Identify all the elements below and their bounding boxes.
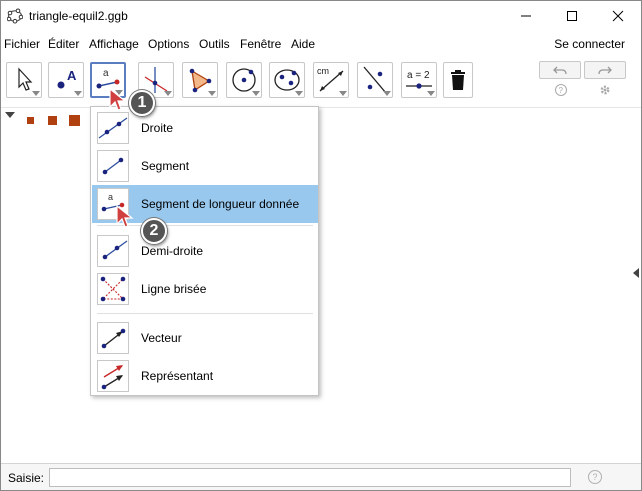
- step-badge-2: 2: [141, 218, 167, 244]
- svg-text:a: a: [108, 192, 113, 202]
- toolbar: A a cm a = 2 ?: [1, 59, 641, 105]
- minimize-icon: [521, 15, 531, 17]
- title-bar: triangle-equil2.ggb: [1, 1, 641, 31]
- measure-tool[interactable]: cm: [313, 62, 349, 98]
- dropdown-item-droite[interactable]: Droite: [92, 109, 318, 147]
- line-tools-dropdown: Droite Segment a Segment de longueur don…: [90, 106, 319, 396]
- trash-icon: [451, 70, 465, 90]
- undo-icon: [553, 66, 567, 75]
- menu-fichier[interactable]: Fichier: [4, 37, 40, 51]
- menu-options[interactable]: Options: [148, 37, 189, 51]
- polyline-icon: [97, 273, 129, 305]
- menu-editer[interactable]: Éditer: [48, 37, 79, 51]
- menu-aide[interactable]: Aide: [291, 37, 315, 51]
- undo-button[interactable]: [539, 61, 581, 79]
- conic-tool[interactable]: [269, 62, 305, 98]
- menu-outils[interactable]: Outils: [199, 37, 230, 51]
- redo-icon: [598, 66, 612, 75]
- delete-tool[interactable]: [443, 62, 473, 98]
- dropdown-item-segment[interactable]: Segment: [92, 147, 318, 185]
- menu-bar: Fichier Éditer Affichage Options Outils …: [1, 34, 641, 56]
- point-style-large[interactable]: [69, 115, 80, 126]
- close-button[interactable]: [595, 1, 641, 31]
- submenu-indicator-icon: [74, 91, 82, 96]
- dropdown-item-label: Demi-droite: [141, 244, 204, 258]
- svg-text:a: a: [103, 68, 109, 79]
- submenu-indicator-icon: [32, 91, 40, 96]
- line-through-two-points-icon: [97, 112, 129, 144]
- menu-affichage[interactable]: Affichage: [89, 37, 139, 51]
- mouse-cursor-icon: [109, 87, 127, 111]
- svg-text:cm: cm: [317, 66, 329, 76]
- maximize-button[interactable]: [549, 1, 595, 31]
- redo-button[interactable]: [584, 61, 626, 79]
- ray-icon: [97, 235, 129, 267]
- segment-icon: [97, 150, 129, 182]
- svg-text:a = 2: a = 2: [407, 70, 430, 81]
- input-bar: Saisie: ?: [1, 463, 641, 490]
- submenu-indicator-icon: [208, 91, 216, 96]
- polygon-tool[interactable]: [182, 62, 218, 98]
- gear-icon[interactable]: [598, 83, 612, 97]
- svg-text:?: ?: [559, 86, 564, 95]
- dropdown-item-label: Vecteur: [141, 331, 182, 345]
- submenu-indicator-icon: [252, 91, 260, 96]
- point-tool[interactable]: A: [48, 62, 84, 98]
- close-icon: [612, 10, 624, 22]
- dropdown-item-label: Segment de longueur donnée: [141, 197, 300, 211]
- dropdown-item-representant[interactable]: Représentant: [92, 357, 318, 395]
- submenu-indicator-icon: [295, 91, 303, 96]
- svg-text:A: A: [67, 68, 77, 83]
- sign-in-link[interactable]: Se connecter: [554, 37, 625, 51]
- dropdown-item-label: Représentant: [141, 369, 214, 383]
- move-tool[interactable]: [6, 62, 42, 98]
- submenu-indicator-icon: [339, 91, 347, 96]
- maximize-icon: [567, 11, 577, 21]
- help-icon[interactable]: ?: [554, 83, 568, 97]
- dropdown-item-demi-droite[interactable]: Demi-droite: [92, 232, 318, 270]
- minimize-button[interactable]: [503, 1, 549, 31]
- stylebar-toggle-icon[interactable]: [5, 112, 15, 118]
- slider-tool[interactable]: a = 2: [401, 62, 437, 98]
- step-badge-1: 1: [129, 90, 155, 116]
- dropdown-item-ligne-brisee[interactable]: Ligne brisée: [92, 270, 318, 308]
- point-style-small[interactable]: [27, 117, 34, 124]
- submenu-indicator-icon: [164, 91, 172, 96]
- window-title: triangle-equil2.ggb: [29, 9, 128, 23]
- input-label: Saisie:: [8, 471, 45, 485]
- circle-tool[interactable]: [226, 62, 262, 98]
- geogebra-logo-icon: [6, 8, 24, 24]
- input-help-icon[interactable]: ?: [588, 470, 602, 484]
- menu-fenetre[interactable]: Fenêtre: [240, 37, 281, 51]
- divider: [97, 313, 313, 314]
- vector-from-point-icon: [97, 360, 129, 392]
- vector-icon: [97, 322, 129, 354]
- dropdown-item-label: Ligne brisée: [141, 282, 207, 296]
- submenu-indicator-icon: [383, 91, 391, 96]
- dropdown-item-label: Droite: [141, 121, 174, 135]
- command-input[interactable]: [49, 468, 571, 487]
- submenu-indicator-icon: [427, 91, 435, 96]
- app-window: triangle-equil2.ggb Fichier Éditer Affic…: [0, 0, 642, 491]
- dropdown-item-label: Segment: [141, 159, 190, 173]
- collapse-panel-icon[interactable]: [633, 268, 639, 278]
- mouse-cursor-icon: [116, 204, 134, 228]
- reflect-tool[interactable]: [357, 62, 393, 98]
- point-style-medium[interactable]: [48, 116, 57, 125]
- dropdown-item-vecteur[interactable]: Vecteur: [92, 319, 318, 357]
